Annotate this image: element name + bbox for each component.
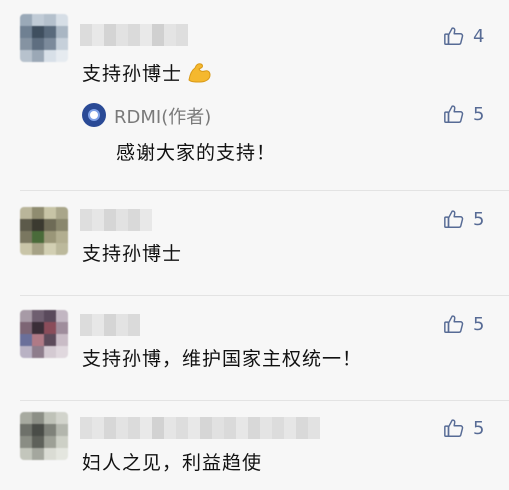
thumbs-up-icon [444,105,464,123]
avatar[interactable] [20,310,68,358]
nickname-pixelated[interactable] [80,24,188,46]
thumbs-up-icon [444,419,464,437]
nickname-pixelated[interactable] [80,209,152,231]
comment-item: 支持孙博士 4 RDMI(作者) 感谢大家的支持！ 5 [0,0,509,195]
avatar[interactable] [20,14,68,62]
thumbs-up-icon [444,315,464,333]
like-count: 4 [473,25,485,47]
reply-text: 感谢大家的支持！ [116,142,277,164]
like-count: 5 [473,417,485,439]
like-button[interactable]: 5 [443,417,484,439]
comment-text: 支持孙博士 [82,59,212,86]
divider [20,400,509,401]
comment-text: 支持孙博，维护国家主权统一！ [82,348,363,370]
divider [20,295,509,296]
reply-author[interactable]: RDMI(作者) [114,103,211,129]
nickname-pixelated[interactable] [80,417,320,439]
flexed-biceps-emoji [188,63,211,83]
thumbs-up-icon [444,210,464,228]
avatar[interactable] [20,207,68,255]
comment-item: 妇人之见，利益趋使 5 [0,405,509,490]
comment-text: 妇人之见，利益趋使 [82,452,263,474]
comment-text: 支持孙博士 [82,243,183,265]
rdmi-logo[interactable] [82,103,106,127]
like-count: 5 [473,208,485,230]
avatar[interactable] [20,412,68,460]
divider [20,190,509,191]
like-button[interactable]: 5 [443,313,484,335]
comment-item: 支持孙博，维护国家主权统一！ 5 [0,300,509,400]
nickname-pixelated[interactable] [80,314,140,336]
comment-item: 支持孙博士 5 [0,195,509,295]
like-count: 5 [473,103,485,125]
like-button[interactable]: 5 [443,208,484,230]
like-button[interactable]: 4 [443,25,484,47]
thumbs-up-icon [444,27,464,45]
reply-like-button[interactable]: 5 [443,103,484,125]
like-count: 5 [473,313,485,335]
